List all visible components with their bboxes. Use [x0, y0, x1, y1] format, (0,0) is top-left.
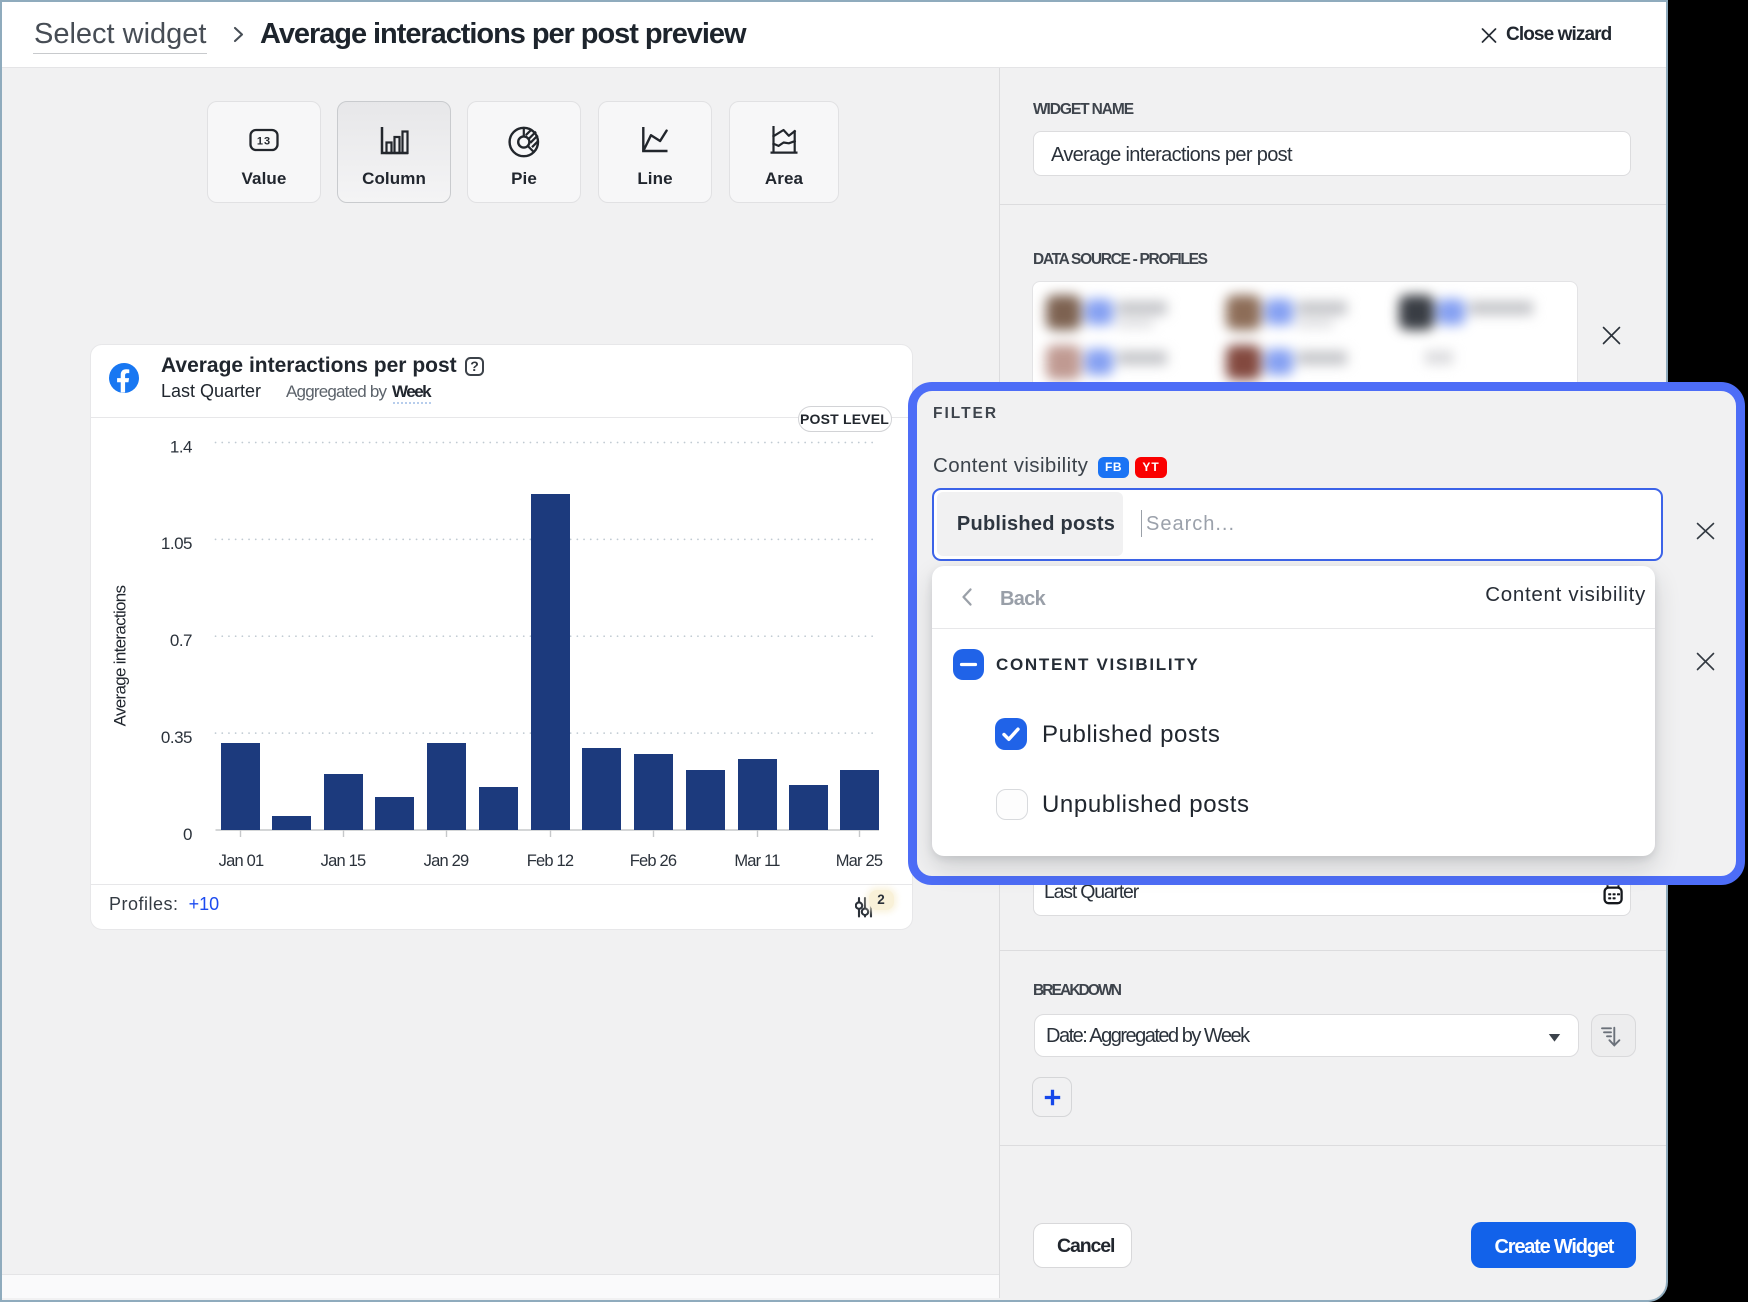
svg-text:Feb 12: Feb 12: [527, 852, 574, 870]
svg-text:Jan 29: Jan 29: [424, 852, 469, 870]
svg-text:Mar 11: Mar 11: [734, 852, 780, 870]
svg-text:Average interactions: Average interactions: [110, 585, 129, 726]
svg-text:Feb 26: Feb 26: [630, 852, 677, 870]
svg-text:0: 0: [183, 825, 192, 844]
svg-text:Mar 25: Mar 25: [836, 852, 883, 870]
svg-text:Jan 01: Jan 01: [219, 852, 264, 870]
svg-text:13: 13: [257, 135, 271, 147]
svg-text:Jan 15: Jan 15: [321, 852, 366, 870]
svg-text:0.35: 0.35: [161, 728, 192, 747]
svg-text:0.7: 0.7: [170, 631, 192, 650]
svg-text:1.4: 1.4: [170, 437, 192, 456]
svg-text:1.05: 1.05: [161, 534, 192, 553]
